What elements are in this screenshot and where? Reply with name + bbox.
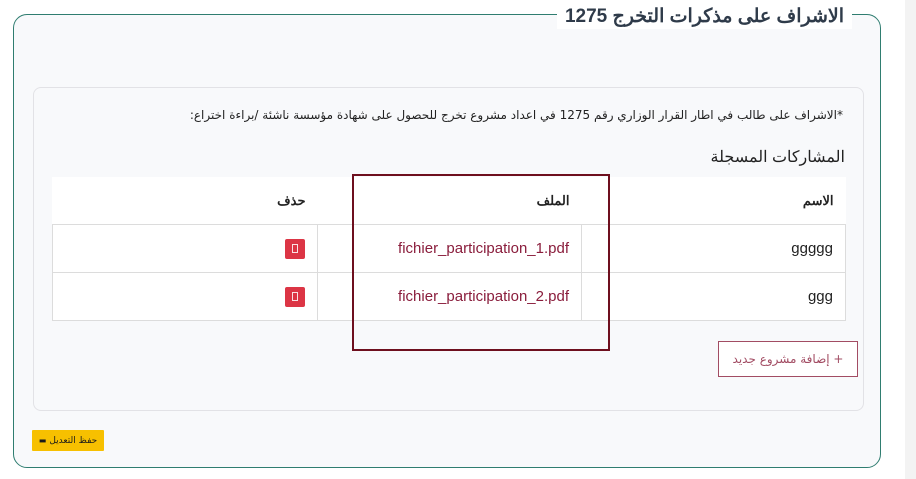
table-row: ggggg fichier_participation_1.pdf [52, 224, 846, 273]
delete-button[interactable] [285, 286, 305, 307]
file-link[interactable]: fichier_participation_2.pdf [398, 288, 569, 305]
table-header-row: الاسم الملف حذف [52, 177, 846, 225]
participant-name: ggggg [581, 224, 846, 273]
delete-button[interactable] [285, 238, 305, 259]
table-row: ggg fichier_participation_2.pdf [52, 272, 846, 321]
form-fieldset: الاشراف على مذكرات التخرج 1275 *الاشراف … [13, 5, 881, 468]
header-file: الملف [317, 177, 582, 225]
header-name: الاسم [581, 177, 846, 225]
section-title: المشاركات المسجلة [710, 149, 846, 166]
delete-cell [52, 224, 318, 273]
form-title: الاشراف على مذكرات التخرج 1275 [556, 5, 852, 29]
scrollbar-track[interactable] [905, 0, 916, 479]
participations-table: الاسم الملف حذف ggggg fichier_participat… [52, 177, 846, 321]
participations-card: *الاشراف على طالب في اطار القرار الوزاري… [33, 87, 864, 411]
save-button-label: حفظ التعديل [49, 435, 98, 446]
file-cell: fichier_participation_2.pdf [317, 272, 582, 321]
save-icon: ▬ [38, 436, 47, 445]
add-project-button[interactable]: + إضافة مشروع جديد [718, 341, 858, 377]
delete-cell [52, 272, 318, 321]
file-cell: fichier_participation_1.pdf [317, 224, 582, 273]
save-changes-button[interactable]: حفظ التعديل ▬ [32, 430, 104, 451]
header-delete: حذف [52, 177, 318, 225]
file-link[interactable]: fichier_participation_1.pdf [398, 240, 569, 257]
form-description: *الاشراف على طالب في اطار القرار الوزاري… [189, 108, 843, 122]
participant-name: ggg [581, 272, 846, 321]
